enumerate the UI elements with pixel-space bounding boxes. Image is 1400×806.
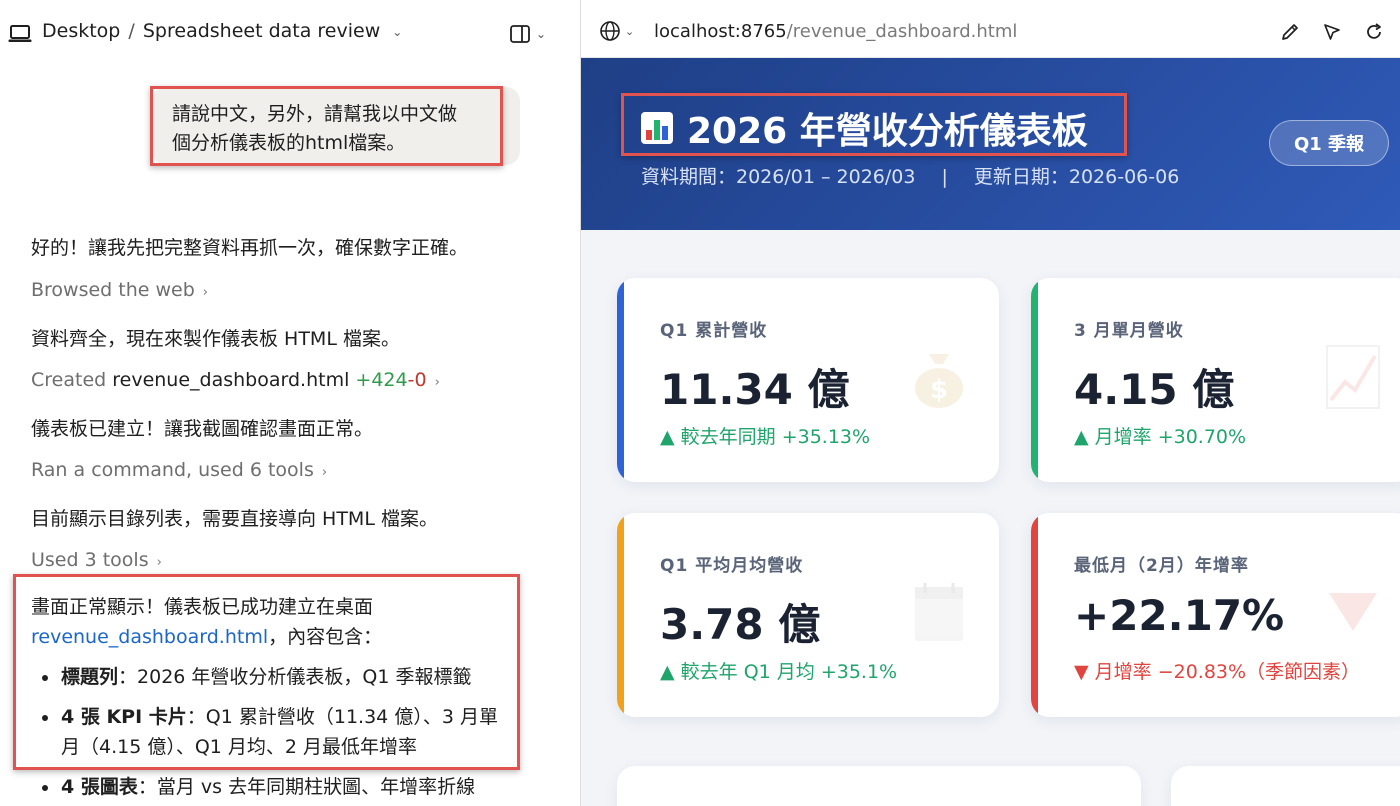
dashboard-title: 2026 年營收分析儀表板 xyxy=(641,102,1088,154)
chevron-down-icon[interactable]: ⌄ xyxy=(392,25,402,39)
tool-step-label[interactable]: Ran a command, used 6 tools xyxy=(31,459,314,481)
url-text[interactable]: localhost:8765/revenue_dashboard.html xyxy=(654,21,1017,42)
chevron-down-icon[interactable]: ⌄ xyxy=(625,25,634,38)
chevron-right-icon[interactable]: › xyxy=(322,465,327,480)
kpi-accent-bar xyxy=(617,278,624,482)
subtitle-separator: | xyxy=(941,166,948,188)
kpi-value: 3.78 億 xyxy=(660,600,821,649)
chart-card xyxy=(1171,766,1400,806)
chevron-right-icon[interactable]: › xyxy=(203,285,208,300)
kpi-value: +22.17% xyxy=(1074,591,1285,640)
kpi-accent-bar xyxy=(617,513,624,717)
kpi-delta: ▼ 月增率 −20.83%（季節因素） xyxy=(1074,661,1361,683)
browser-pane: ⌄ localhost:8765/revenue_dashboard.html xyxy=(580,0,1400,806)
kpi-label: 最低月（2月）年增率 xyxy=(1074,556,1249,576)
list-item: 4 張 KPI 卡片：Q1 累計營收（11.34 億）、3 月單月（4.15 億… xyxy=(31,702,511,762)
url-host[interactable]: localhost:8765 xyxy=(654,21,787,42)
assistant-message: 目前顯示目錄列表，需要直接導向 HTML 檔案。 xyxy=(31,508,438,530)
assistant-message: 好的！讓我先把完整資料再抓一次，確保數字正確。 xyxy=(31,237,469,259)
chevron-down-icon[interactable]: ⌄ xyxy=(536,27,546,41)
tool-step-label[interactable]: Browsed the web xyxy=(31,279,195,301)
summary-intro-suffix: ，內容包含： xyxy=(268,626,383,648)
kpi-label: Q1 平均月均營收 xyxy=(660,556,804,576)
dashboard-title-text: 2026 年營收分析儀表板 xyxy=(687,111,1088,152)
tool-step-browsed[interactable]: Browsed the web › xyxy=(31,279,208,301)
annotate-button[interactable] xyxy=(1278,20,1302,44)
chart-up-icon xyxy=(1326,345,1380,409)
tool-step-ran[interactable]: Ran a command, used 6 tools › xyxy=(31,459,327,481)
globe-icon[interactable] xyxy=(599,20,621,42)
dashboard-header: 2026 年營收分析儀表板 資料期間：2026/01 – 2026/03 | 更新日… xyxy=(581,58,1400,230)
list-item-text: ：當月 vs 去年同期柱狀圖、年增率折線 xyxy=(137,776,476,798)
site-info-button[interactable]: ⌄ xyxy=(599,20,637,42)
address-bar[interactable]: ⌄ localhost:8765/revenue_dashboard.html xyxy=(581,0,1400,58)
breadcrumb-separator: / xyxy=(128,20,135,42)
kpi-delta: ▲ 月增率 +30.70% xyxy=(1074,426,1247,448)
dashboard-subtitle: 資料期間：2026/01 – 2026/03 | 更新日期：2026-06-06 xyxy=(641,162,1179,189)
kpi-card-lowest-month: 最低月（2月）年增率 +22.17% ▼ 月增率 −20.83%（季節因素） xyxy=(1031,513,1400,717)
kpi-delta: ▲ 較去年同期 +35.13% xyxy=(660,426,871,448)
money-bag-icon: $ xyxy=(915,354,963,408)
breadcrumb[interactable]: Desktop / Spreadsheet data review ⌄ xyxy=(42,20,402,42)
pencil-icon[interactable] xyxy=(1279,21,1301,43)
user-message: 請說中文，另外，請幫我以中文做 個分析儀表板的html檔案。 xyxy=(152,87,520,165)
kpi-card-march: 3 月單月營收 4.15 億 ▲ 月增率 +30.70% xyxy=(1031,278,1400,482)
kpi-value: 4.15 億 xyxy=(1074,365,1235,414)
lines-added: +424 xyxy=(355,369,408,391)
chevron-right-icon[interactable]: › xyxy=(435,375,440,390)
assistant-summary: 畫面正常顯示！儀表板已成功建立在桌面 revenue_dashboard.htm… xyxy=(31,592,511,806)
kpi-value: 11.34 億 xyxy=(660,365,850,414)
url-path[interactable]: /revenue_dashboard.html xyxy=(787,21,1018,42)
updated-date: 更新日期：2026-06-06 xyxy=(973,166,1180,188)
list-item-heading: 4 張 KPI 卡片 xyxy=(61,706,187,728)
summary-intro-text: 畫面正常顯示！儀表板已成功建立在桌面 xyxy=(31,596,374,618)
chat-pane: Desktop / Spreadsheet data review ⌄ ⌄ 請說… xyxy=(0,0,578,806)
reload-icon[interactable] xyxy=(1363,21,1385,43)
conversation-title[interactable]: Spreadsheet data review xyxy=(143,20,380,42)
laptop-icon xyxy=(8,25,32,42)
kpi-card-q1-total: Q1 累計營收 11.34 億 ▲ 較去年同期 +35.13% $ xyxy=(617,278,999,482)
down-triangle-icon xyxy=(1329,593,1377,631)
kpi-accent-bar xyxy=(1031,278,1038,482)
list-item-heading: 4 張圖表 xyxy=(61,776,138,798)
created-file-name[interactable]: revenue_dashboard.html xyxy=(112,369,349,391)
user-message-line: 個分析儀表板的html檔案。 xyxy=(172,132,406,154)
lines-removed: -0 xyxy=(407,369,427,391)
svg-text:$: $ xyxy=(930,375,948,405)
list-item-text: ：2026 年營收分析儀表板，Q1 季報標籤 xyxy=(118,666,472,688)
cursor-pointer-icon[interactable] xyxy=(1321,21,1343,43)
summary-list: 標題列：2026 年營收分析儀表板，Q1 季報標籤 4 張 KPI 卡片：Q1 … xyxy=(31,662,511,802)
breadcrumb-root[interactable]: Desktop xyxy=(42,20,120,42)
list-item: 標題列：2026 年營收分析儀表板，Q1 季報標籤 xyxy=(31,662,511,692)
tool-step-used[interactable]: Used 3 tools › xyxy=(31,549,162,571)
kpi-accent-bar xyxy=(1031,513,1038,717)
bar-chart-icon xyxy=(641,112,673,144)
kpi-label: 3 月單月營收 xyxy=(1074,321,1184,341)
quarter-badge: Q1 季報 xyxy=(1269,120,1389,166)
reload-button[interactable] xyxy=(1362,20,1386,44)
panel-toggle-button[interactable]: ⌄ xyxy=(510,22,550,46)
tool-step-label[interactable]: Used 3 tools xyxy=(31,549,149,571)
chart-card xyxy=(617,766,1141,806)
file-link[interactable]: revenue_dashboard.html xyxy=(31,626,268,648)
sidebar-panel-icon[interactable] xyxy=(510,25,530,43)
calendar-icon xyxy=(915,583,963,641)
tool-step-label[interactable]: Created xyxy=(31,369,106,391)
chat-header: Desktop / Spreadsheet data review ⌄ ⌄ xyxy=(0,0,578,66)
assistant-message: 資料齊全，現在來製作儀表板 HTML 檔案。 xyxy=(31,328,400,350)
list-item: 4 張圖表：當月 vs 去年同期柱狀圖、年增率折線 xyxy=(31,772,511,802)
user-message-line: 請說中文，另外，請幫我以中文做 xyxy=(172,103,458,125)
kpi-label: Q1 累計營收 xyxy=(660,321,768,341)
summary-intro: 畫面正常顯示！儀表板已成功建立在桌面 revenue_dashboard.htm… xyxy=(31,592,511,652)
kpi-card-q1-average: Q1 平均月均營收 3.78 億 ▲ 較去年 Q1 月均 +35.1% xyxy=(617,513,999,717)
list-item-heading: 標題列 xyxy=(61,666,119,688)
select-element-button[interactable] xyxy=(1320,20,1344,44)
chevron-right-icon[interactable]: › xyxy=(157,555,162,570)
tool-step-created[interactable]: Created revenue_dashboard.html +424-0 › xyxy=(31,369,440,391)
assistant-message: 儀表板已建立！讓我截圖確認畫面正常。 xyxy=(31,418,374,440)
data-period: 資料期間：2026/01 – 2026/03 xyxy=(641,166,916,188)
kpi-delta: ▲ 較去年 Q1 月均 +35.1% xyxy=(660,661,898,683)
